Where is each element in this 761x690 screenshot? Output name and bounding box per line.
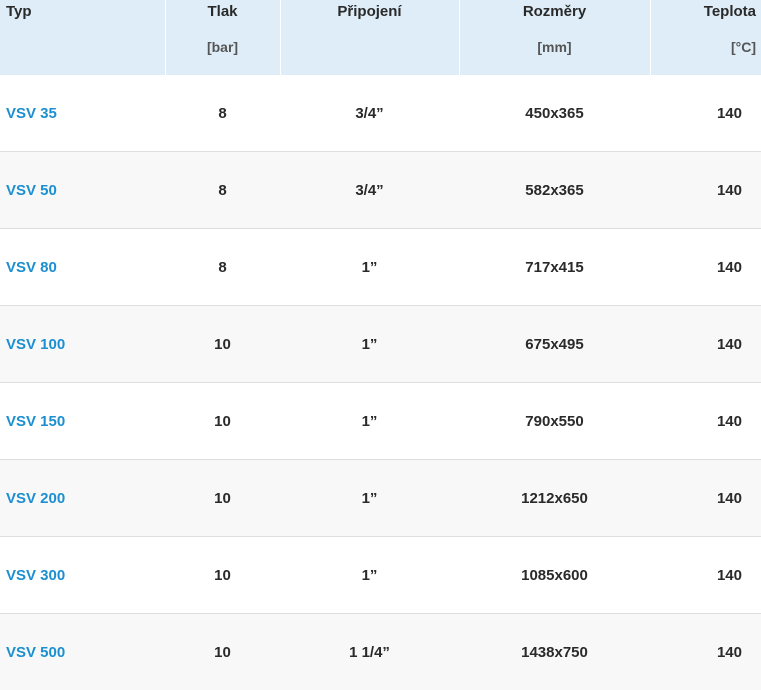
cell-typ[interactable]: VSV 300 [0,537,165,614]
cell-tlak: 8 [165,75,280,152]
table-row: VSV 300 10 1” 1085x600 140 [0,537,761,614]
cell-tlak: 10 [165,383,280,460]
cell-rozmery: 1212x650 [459,460,650,537]
cell-pripojeni: 3/4” [280,152,459,229]
cell-teplota: 140 [650,75,761,152]
cell-teplota: 140 [650,229,761,306]
header-label: Připojení [281,0,459,21]
header-typ: Typ [0,0,165,75]
cell-tlak: 10 [165,537,280,614]
cell-tlak: 10 [165,614,280,690]
product-link[interactable]: VSV 200 [6,490,65,507]
cell-pripojeni: 1” [280,229,459,306]
cell-rozmery: 790x550 [459,383,650,460]
cell-tlak: 10 [165,460,280,537]
cell-teplota: 140 [650,152,761,229]
cell-pripojeni: 1” [280,537,459,614]
cell-rozmery: 582x365 [459,152,650,229]
header-teplota: Teplota [°C] [650,0,761,75]
cell-rozmery: 675x495 [459,306,650,383]
cell-teplota: 140 [650,383,761,460]
cell-typ[interactable]: VSV 100 [0,306,165,383]
cell-rozmery: 717x415 [459,229,650,306]
cell-pripojeni: 1 1/4” [280,614,459,690]
cell-typ[interactable]: VSV 150 [0,383,165,460]
product-link[interactable]: VSV 300 [6,567,65,584]
header-label: Teplota [651,0,757,21]
cell-teplota: 140 [650,537,761,614]
product-link[interactable]: VSV 150 [6,413,65,430]
header-pripojeni: Připojení [280,0,459,75]
table-row: VSV 80 8 1” 717x415 140 [0,229,761,306]
cell-pripojeni: 1” [280,306,459,383]
cell-typ[interactable]: VSV 35 [0,75,165,152]
cell-typ[interactable]: VSV 80 [0,229,165,306]
table-header: Typ Tlak [bar] Připojení Rozměry [mm] Te… [0,0,761,75]
header-unit: [°C] [651,38,757,56]
cell-pripojeni: 1” [280,460,459,537]
product-link[interactable]: VSV 80 [6,259,57,276]
header-row: Typ Tlak [bar] Připojení Rozměry [mm] Te… [0,0,761,75]
table-body: VSV 35 8 3/4” 450x365 140 VSV 50 8 3/4” … [0,75,761,690]
header-label: Tlak [166,0,280,21]
cell-rozmery: 1438x750 [459,614,650,690]
cell-rozmery: 450x365 [459,75,650,152]
product-link[interactable]: VSV 50 [6,182,57,199]
header-rozmery: Rozměry [mm] [459,0,650,75]
cell-typ[interactable]: VSV 200 [0,460,165,537]
table-row: VSV 100 10 1” 675x495 140 [0,306,761,383]
header-unit: [mm] [460,38,650,56]
product-link[interactable]: VSV 100 [6,336,65,353]
table-row: VSV 50 8 3/4” 582x365 140 [0,152,761,229]
header-tlak: Tlak [bar] [165,0,280,75]
header-label: Rozměry [460,0,650,21]
cell-teplota: 140 [650,460,761,537]
cell-teplota: 140 [650,614,761,690]
cell-tlak: 8 [165,229,280,306]
header-label: Typ [6,0,165,21]
cell-teplota: 140 [650,306,761,383]
product-link[interactable]: VSV 35 [6,105,57,122]
cell-pripojeni: 3/4” [280,75,459,152]
cell-typ[interactable]: VSV 50 [0,152,165,229]
table-row: VSV 150 10 1” 790x550 140 [0,383,761,460]
cell-rozmery: 1085x600 [459,537,650,614]
product-link[interactable]: VSV 500 [6,644,65,661]
cell-tlak: 8 [165,152,280,229]
cell-tlak: 10 [165,306,280,383]
spec-table: Typ Tlak [bar] Připojení Rozměry [mm] Te… [0,0,761,690]
table-row: VSV 35 8 3/4” 450x365 140 [0,75,761,152]
cell-pripojeni: 1” [280,383,459,460]
header-unit: [bar] [166,38,280,56]
table-row: VSV 500 10 1 1/4” 1438x750 140 [0,614,761,690]
cell-typ[interactable]: VSV 500 [0,614,165,690]
table-row: VSV 200 10 1” 1212x650 140 [0,460,761,537]
